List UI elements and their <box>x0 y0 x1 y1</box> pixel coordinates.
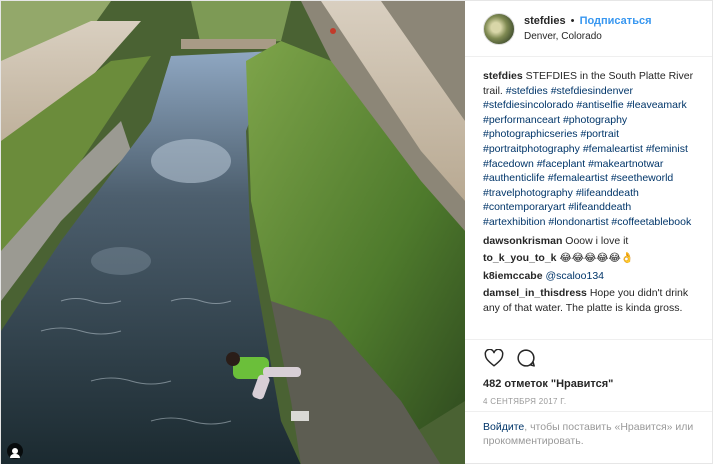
comment-username[interactable]: dawsonkrisman <box>483 235 562 247</box>
action-bar <box>465 339 712 375</box>
river-scene-image <box>1 1 465 464</box>
caption: stefdies STEFDIES in the South Platte Ri… <box>483 69 696 230</box>
comment-username[interactable]: damsel_in_thisdress <box>483 287 587 299</box>
post-sidebar: stefdies • Подписаться Denver, Colorado … <box>465 1 712 463</box>
comment-text: Ooow i love it <box>565 234 629 247</box>
likes-count[interactable]: 482 отметок "Нравится" <box>465 375 712 393</box>
heart-icon <box>484 348 504 367</box>
login-link[interactable]: Войдите <box>483 421 524 433</box>
login-prompt: Войдите, чтобы поставить «Нравится» или … <box>465 411 712 463</box>
list-item: k8iemccabe @scaloo134 <box>483 269 696 284</box>
post-header: stefdies • Подписаться Denver, Colorado <box>465 1 712 57</box>
post-username[interactable]: stefdies <box>524 15 566 27</box>
comment-text: 😂😂😂😂😂👌 <box>559 252 634 265</box>
comment-mention[interactable]: @scaloo134 <box>545 270 604 282</box>
caption-hashtags[interactable]: #stefdies #stefdiesindenver #stefdiesinc… <box>483 85 691 228</box>
caption-username[interactable]: stefdies <box>483 70 523 82</box>
list-item: dawsonkrisman Ooow i love it <box>483 234 696 249</box>
avatar[interactable] <box>483 12 515 45</box>
comment-button[interactable] <box>515 347 537 369</box>
comments-list: stefdies STEFDIES in the South Platte Ri… <box>465 57 712 333</box>
like-button[interactable] <box>483 347 505 369</box>
comment-username[interactable]: k8iemccabe <box>483 270 543 282</box>
post-photo[interactable] <box>1 1 465 464</box>
header-line: stefdies • Подписаться <box>524 14 652 29</box>
separator-dot: • <box>570 14 575 27</box>
list-item: damsel_in_thisdress Hope you didn't drin… <box>483 286 696 315</box>
follow-button[interactable]: Подписаться <box>580 15 652 27</box>
user-tag-icon[interactable] <box>7 443 23 459</box>
list-item: to_k_you_to_k 😂😂😂😂😂👌 <box>483 251 696 266</box>
post-date[interactable]: 4 СЕНТЯБРЯ 2017 Г. <box>465 393 712 411</box>
instagram-post: stefdies • Подписаться Denver, Colorado … <box>0 0 713 464</box>
post-location[interactable]: Denver, Colorado <box>524 29 652 44</box>
header-info: stefdies • Подписаться Denver, Colorado <box>524 14 652 44</box>
comment-username[interactable]: to_k_you_to_k <box>483 252 557 264</box>
comment-bubble-icon <box>517 348 535 367</box>
